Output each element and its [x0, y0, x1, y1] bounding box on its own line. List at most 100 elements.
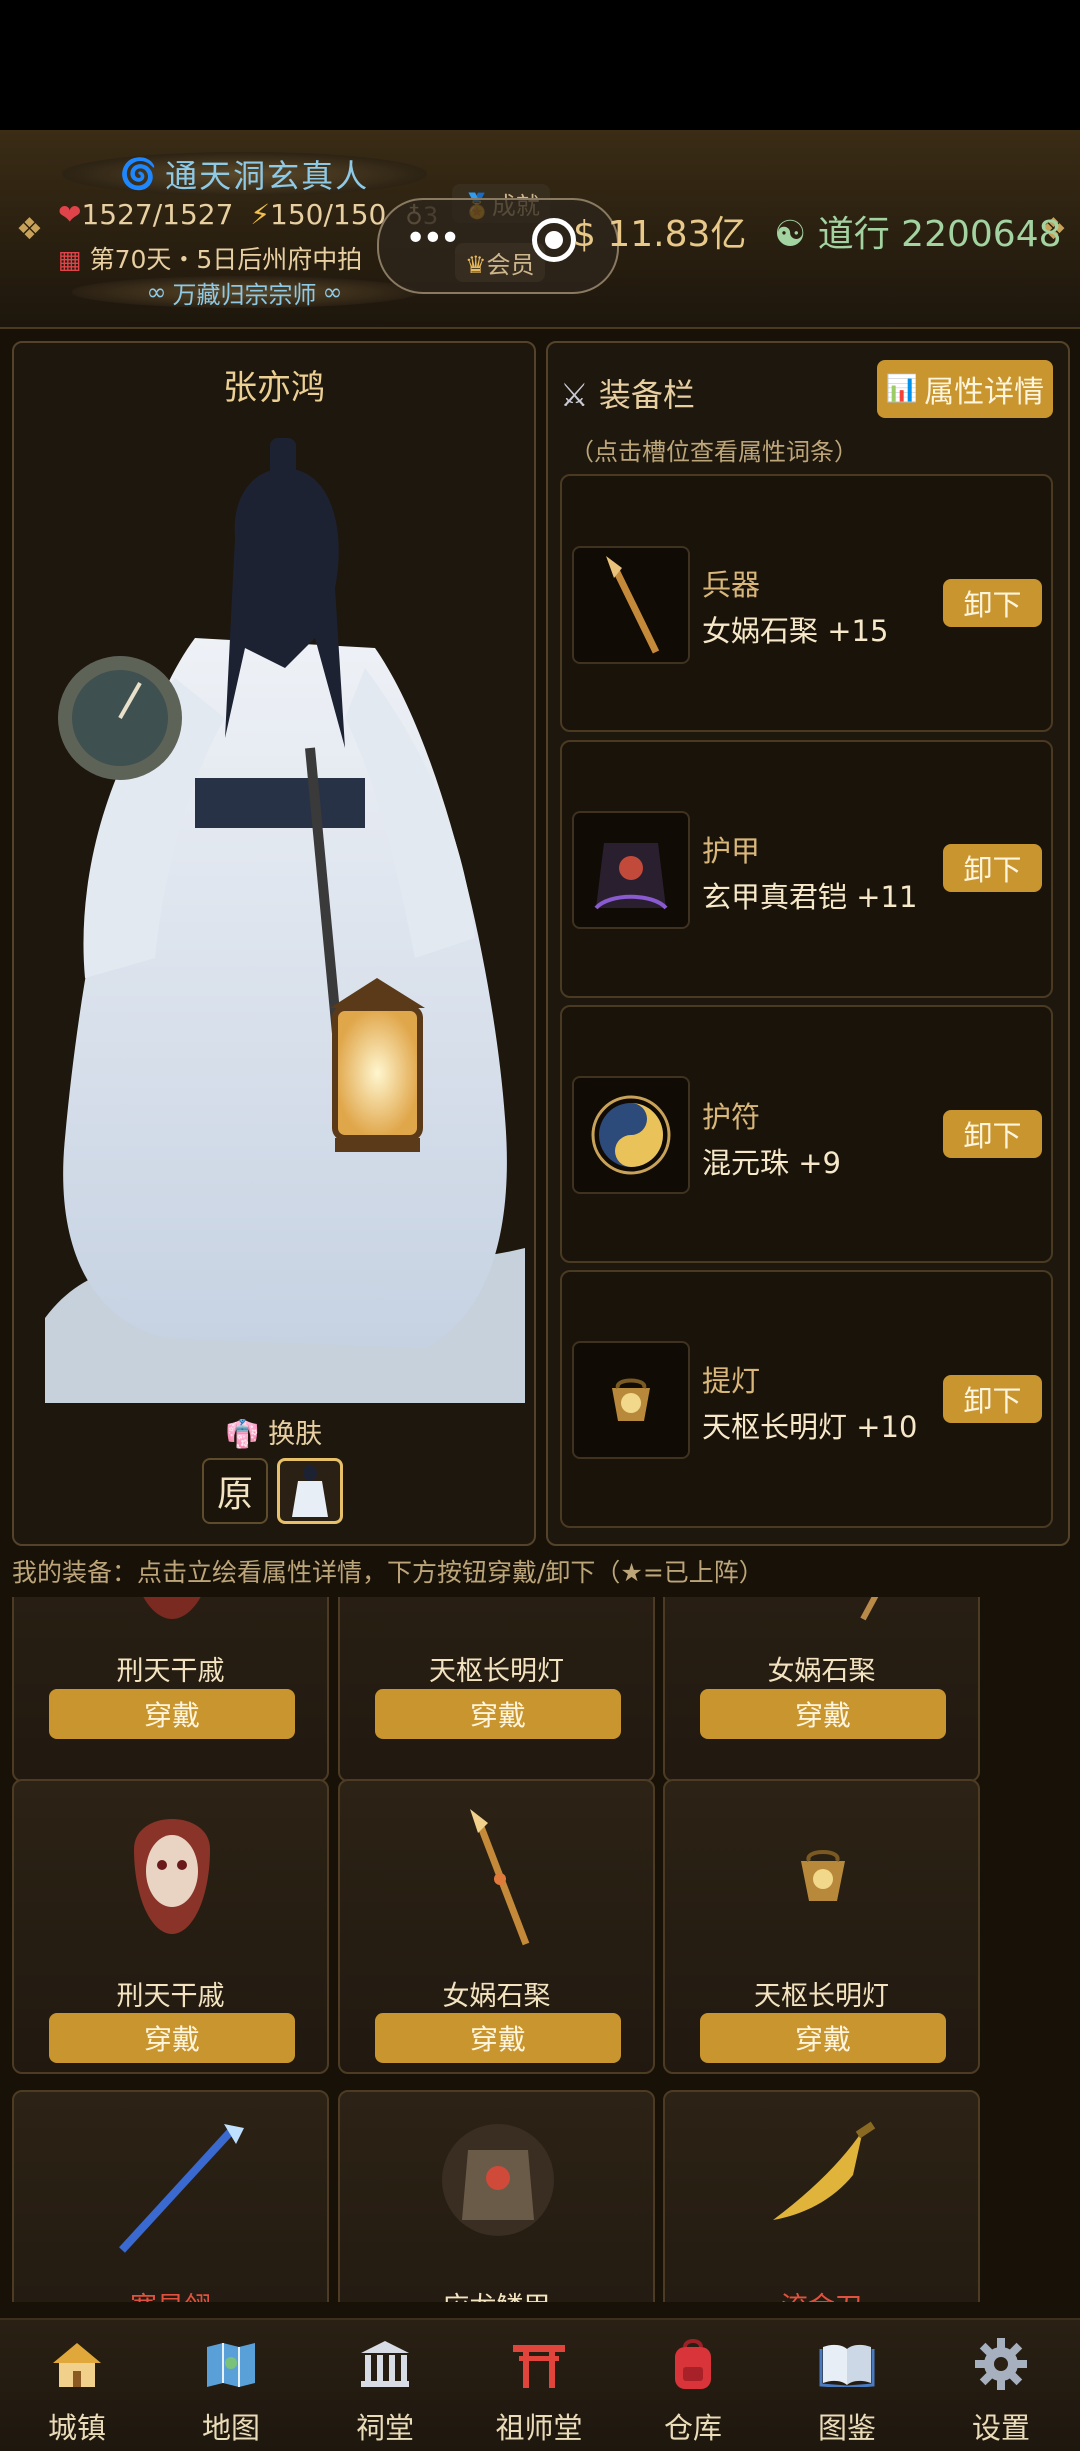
armor-icon	[438, 2120, 558, 2240]
item-name: 寒星翎	[14, 2285, 327, 2302]
game-date: ▦ 第70天・5日后州府中拍	[58, 240, 362, 276]
inventory-card[interactable]: 刑天干戚 穿戴	[12, 1597, 329, 1782]
daoxing-display: ☯ 道行 2200648	[774, 205, 1062, 257]
nav-ancestral-hall[interactable]: 祖师堂	[464, 2335, 614, 2447]
spear-icon	[572, 546, 690, 664]
hp-value: 1527/1527	[81, 198, 234, 231]
nav-label: 地图	[201, 2411, 260, 2445]
spear-icon	[438, 1809, 558, 1946]
nav-temple[interactable]: 祠堂	[310, 2335, 460, 2447]
unequip-button[interactable]: 卸下	[943, 1375, 1042, 1423]
item-name: 女娲石棸	[767, 1656, 876, 1687]
swirl-icon: 🌀	[119, 156, 158, 192]
inventory-card[interactable]: 天枢长明灯 穿戴	[338, 1597, 655, 1782]
unequip-button[interactable]: 卸下	[943, 1110, 1042, 1158]
bar-chart-icon: 📊	[885, 374, 919, 404]
lantern-icon	[572, 1341, 690, 1459]
member-button[interactable]: ♛会员	[455, 243, 545, 282]
item-name: 应龙鳞甲	[340, 2285, 653, 2302]
equipment-hint: （点击槽位查看属性词条）	[570, 438, 858, 466]
wear-button[interactable]: 穿戴	[49, 2013, 295, 2063]
skin-original-button[interactable]: 原	[202, 1458, 268, 1524]
crossed-swords-icon: ⚔	[560, 376, 589, 414]
status-bar-area	[0, 0, 1080, 130]
character-portrait[interactable]	[45, 418, 525, 1403]
equipment-title-text: 装备栏	[598, 376, 695, 414]
inventory-card[interactable]: 寒星翎	[12, 2090, 329, 2302]
ornament-left-icon: ❖	[16, 212, 43, 247]
sect-name: 万藏归宗宗师	[172, 280, 317, 309]
nav-label: 图鉴	[817, 2411, 876, 2445]
mask-icon	[112, 1809, 232, 1934]
inventory-card[interactable]: 女娲石棸 穿戴	[338, 1779, 655, 2074]
inventory-card[interactable]: 天枢长明灯 穿戴	[663, 1779, 980, 2074]
slot-type-label: 兵器	[702, 568, 761, 602]
item-name: 天枢长明灯	[429, 1656, 564, 1687]
slot-item-name: 混元珠 +9	[702, 1146, 841, 1180]
nav-map[interactable]: 地图	[156, 2335, 306, 2447]
wear-button[interactable]: 穿戴	[375, 1689, 621, 1739]
nav-warehouse[interactable]: 仓库	[618, 2335, 768, 2447]
infinity-icon: ∞	[146, 278, 167, 306]
armor-icon	[572, 811, 690, 929]
player-title: 通天洞玄真人	[165, 157, 370, 195]
wear-button[interactable]: 穿戴	[49, 1689, 295, 1739]
slot-type-label: 提灯	[702, 1364, 761, 1398]
nav-codex[interactable]: 图鉴	[772, 2335, 922, 2447]
golden-blade-icon	[763, 2120, 883, 2240]
attribute-details-label: 属性详情	[924, 375, 1045, 410]
item-name: 刑天干戚	[116, 1981, 225, 2012]
skin-selected-button[interactable]	[277, 1458, 343, 1524]
close-capsule-icon[interactable]	[532, 218, 576, 262]
inventory-card[interactable]: 流金刀	[663, 2090, 980, 2302]
gear-icon	[926, 2335, 1076, 2393]
slot-type-label: 护甲	[702, 834, 761, 868]
skin-thumbnail-icon	[292, 1465, 328, 1517]
equipment-title: ⚔ 装备栏	[560, 370, 695, 416]
nav-label: 祖师堂	[495, 2411, 583, 2445]
unequip-button[interactable]: 卸下	[943, 844, 1042, 892]
item-name: 天枢长明灯	[754, 1981, 889, 2012]
lightning-icon: ⚡	[250, 198, 270, 231]
inventory-card[interactable]: 女娲石棸 穿戴	[663, 1597, 980, 1782]
skin-label-text: 换肤	[268, 1419, 323, 1450]
nav-label: 祠堂	[355, 2411, 414, 2445]
yinyang-icon: ☯	[774, 214, 807, 255]
temple-icon	[310, 2335, 460, 2393]
inventory-grid[interactable]: 刑天干戚 穿戴 天枢长明灯 穿戴 女娲石棸 穿戴 刑天干戚 穿戴 女娲石棸 穿戴…	[12, 1597, 1080, 2302]
wear-button[interactable]: 穿戴	[700, 2013, 946, 2063]
more-menu-icon[interactable]: •••	[405, 218, 461, 259]
lantern-icon	[763, 1821, 883, 1941]
inventory-card[interactable]: 刑天干戚 穿戴	[12, 1779, 329, 2074]
unequip-button[interactable]: 卸下	[943, 579, 1042, 627]
blue-spear-icon	[112, 2120, 244, 2253]
wear-button[interactable]: 穿戴	[375, 2013, 621, 2063]
mask-icon	[112, 1597, 232, 1629]
taiji-amulet-icon	[572, 1076, 690, 1194]
backpack-icon	[618, 2335, 768, 2393]
wear-button[interactable]: 穿戴	[700, 1689, 946, 1739]
lantern-icon	[438, 1597, 558, 1629]
money-value: $ 11.83亿	[573, 214, 747, 255]
nav-town[interactable]: 城镇	[2, 2335, 152, 2447]
calendar-icon: ▦	[58, 245, 82, 274]
nav-label: 城镇	[47, 2411, 106, 2445]
slot-item-name: 天枢长明灯 +10	[702, 1410, 918, 1444]
daoxing-value: 道行 2200648	[817, 214, 1062, 255]
character-name: 张亦鸿	[223, 368, 325, 408]
town-icon	[2, 2335, 152, 2393]
member-label: 会员	[486, 251, 535, 279]
book-icon	[772, 2335, 922, 2393]
nav-label: 仓库	[663, 2411, 722, 2445]
attribute-details-button[interactable]: 📊 属性详情	[877, 360, 1053, 418]
torii-icon	[464, 2335, 614, 2393]
player-title-plaque[interactable]: 🌀 通天洞玄真人	[62, 152, 427, 196]
infinity-icon: ∞	[322, 278, 343, 306]
slot-item-name: 玄甲真君铠 +11	[702, 880, 918, 914]
item-name: 流金刀	[665, 2285, 978, 2302]
sect-plaque[interactable]: ∞ 万藏归宗宗师 ∞	[72, 276, 417, 309]
nav-settings[interactable]: 设置	[926, 2335, 1076, 2447]
inventory-card[interactable]: 应龙鳞甲	[338, 2090, 655, 2302]
energy-value: 150/150	[270, 198, 387, 231]
spear-icon	[763, 1597, 883, 1629]
